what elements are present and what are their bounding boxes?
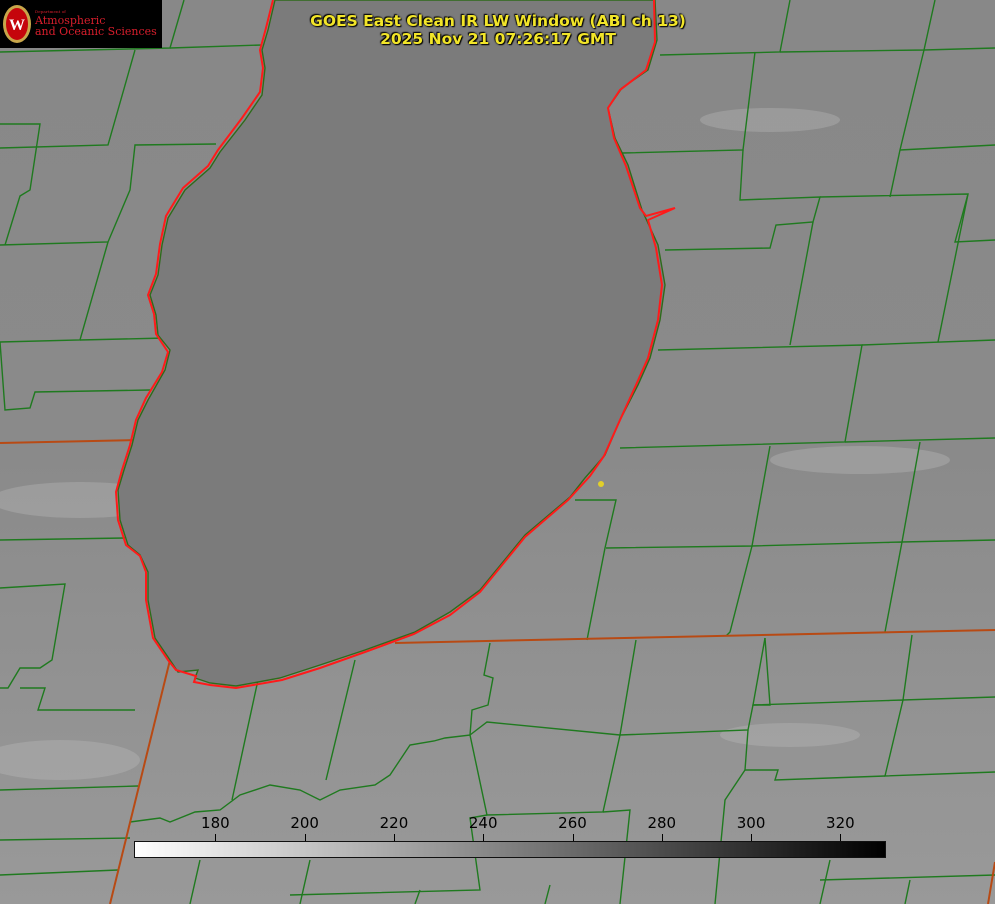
seal-letter: W [9, 17, 25, 34]
colorbar-tick-label: 180 [201, 814, 230, 832]
timestamp: 2025 Nov 21 07:26:17 GMT [380, 30, 616, 48]
colorbar-tick-mark [393, 834, 395, 841]
product-title: GOES East Clean IR LW Window (ABI ch 13) [310, 12, 686, 30]
colorbar-tick-label: 240 [468, 814, 498, 832]
colorbar-tick-label: 280 [647, 814, 677, 832]
logo-text: Department of Atmospheric and Oceanic Sc… [35, 10, 157, 37]
image-title: GOES East Clean IR LW Window (ABI ch 13)… [230, 12, 766, 48]
colorbar-tick-mark [215, 834, 217, 841]
colorbar-tick-mark [840, 834, 842, 841]
colorbar [134, 841, 886, 858]
colorbar-tick-label: 260 [558, 814, 587, 832]
colorbar-tick-label: 320 [826, 814, 855, 832]
colorbar-tick-label: 300 [736, 814, 766, 832]
colorbar-tick-mark [751, 834, 753, 841]
satellite-map [0, 0, 995, 904]
aos-logo: W Department of Atmospheric and Oceanic … [0, 0, 162, 48]
colorbar-tick-mark [483, 834, 485, 841]
colorbar-tick-label: 220 [379, 814, 409, 832]
colorbar-tick-label: 200 [290, 814, 319, 832]
colorbar-tick-mark [661, 834, 663, 841]
colorbar-tick-mark [304, 834, 306, 841]
uw-seal-icon: W [3, 5, 31, 43]
station-marker [598, 481, 604, 487]
logo-line-2: and Oceanic Sciences [35, 25, 157, 39]
colorbar-tick-mark [572, 834, 574, 841]
